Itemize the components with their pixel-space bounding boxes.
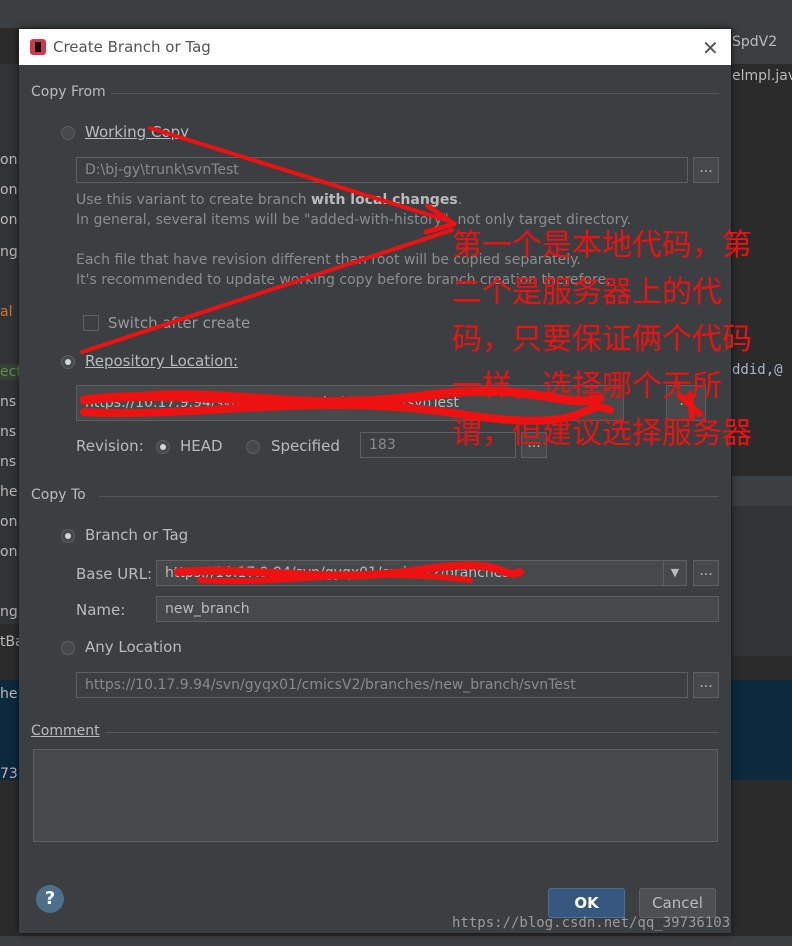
red-markup	[79, 126, 703, 585]
redaction-scribble	[197, 571, 473, 585]
annotation-text: 第一个是本地代码，第 二个是服务器上的代 码，只要保证俩个代码 一样，选择哪个无…	[452, 222, 792, 457]
annotation-line: 一样，选择哪个无所	[452, 369, 722, 404]
annotation-line: 谓，但建议选择服务器	[452, 416, 752, 451]
annotation-arrow	[80, 228, 454, 354]
watermark: https://blog.csdn.net/qq_39736103	[452, 915, 731, 931]
annotation-line: 第一个是本地代码，第	[452, 228, 752, 263]
annotation-line: 码，只要保证俩个代码	[452, 322, 752, 357]
annotation-line: 二个是服务器上的代	[452, 275, 722, 310]
annotation-arrow	[148, 126, 454, 224]
